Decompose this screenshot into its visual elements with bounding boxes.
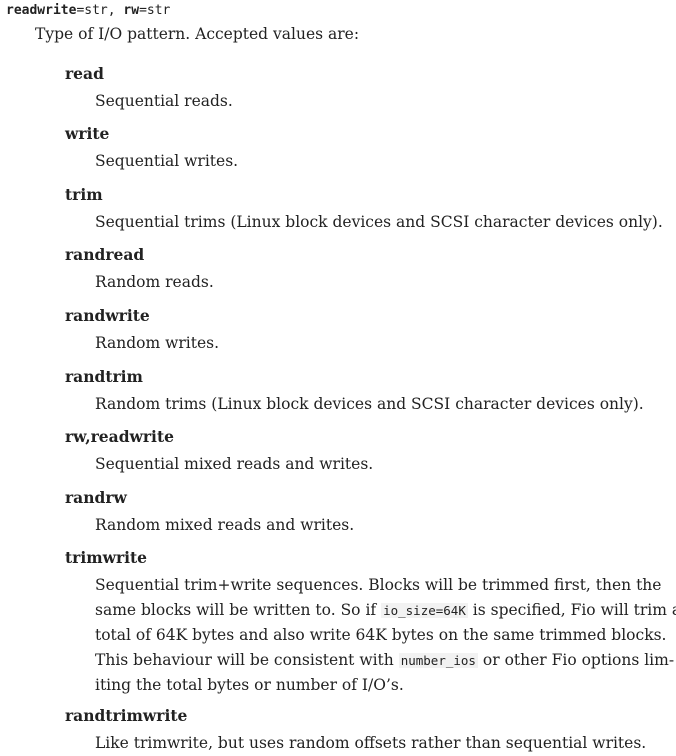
desc-randwrite: Random writes. bbox=[95, 334, 220, 352]
text-fragment: is specified, Fio will trim a bbox=[467, 600, 676, 619]
desc-randrw: Random mixed reads and writes. bbox=[95, 516, 355, 534]
term-randwrite: randwrite bbox=[65, 306, 150, 325]
desc-randread: Random reads. bbox=[95, 273, 214, 291]
option-type-2: =str bbox=[139, 3, 171, 18]
option-name-readwrite: readwrite bbox=[6, 3, 77, 18]
desc-trimwrite-line-5: iting the total bytes or number of I/O’s… bbox=[95, 676, 404, 694]
option-type-1: =str, bbox=[76, 3, 124, 18]
term-randtrim: randtrim bbox=[65, 367, 143, 386]
option-description: Type of I/O pattern. Accepted values are… bbox=[35, 25, 360, 43]
term-rw-readwrite: rw,readwrite bbox=[65, 427, 174, 446]
term-trimwrite: trimwrite bbox=[65, 548, 148, 567]
desc-trim: Sequential trims (Linux block devices an… bbox=[95, 213, 663, 231]
desc-write: Sequential writes. bbox=[95, 152, 239, 170]
desc-trimwrite: Sequential trim+write sequences. Blocks … bbox=[95, 573, 676, 698]
text-fragment: same blocks will be written to. So if bbox=[95, 600, 382, 619]
term-randrw: randrw bbox=[65, 488, 127, 507]
desc-trimwrite-line-4: This behaviour will be consistent with n… bbox=[95, 648, 674, 674]
term-randread: randread bbox=[65, 245, 145, 264]
term-randtrimwrite: randtrimwrite bbox=[65, 706, 188, 725]
desc-randtrimwrite: Like trimwrite, but uses random offsets … bbox=[95, 734, 647, 752]
desc-randtrim: Random trims (Linux block devices and SC… bbox=[95, 395, 644, 413]
term-write: write bbox=[65, 124, 110, 143]
term-read: read bbox=[65, 64, 104, 83]
term-trim: trim bbox=[65, 185, 103, 204]
desc-rw-readwrite: Sequential mixed reads and writes. bbox=[95, 455, 374, 473]
doc-page: readwrite=str, rw=str Type of I/O patter… bbox=[0, 0, 676, 756]
inline-code-io-size: io_size=64K bbox=[381, 602, 468, 618]
desc-read: Sequential reads. bbox=[95, 92, 233, 110]
desc-trimwrite-line-1: Sequential trim+write sequences. Blocks … bbox=[95, 576, 662, 594]
desc-trimwrite-line-3: total of 64K bytes and also write 64K by… bbox=[95, 626, 667, 644]
option-name-rw: rw bbox=[123, 3, 140, 18]
desc-trimwrite-line-2: same blocks will be written to. So if io… bbox=[95, 598, 676, 624]
inline-code-number-ios: number_ios bbox=[398, 652, 478, 668]
text-fragment: This behaviour will be consistent with bbox=[95, 650, 399, 669]
option-signature: readwrite=str, rw=str bbox=[6, 3, 170, 19]
text-fragment: or other Fio options lim- bbox=[477, 650, 675, 669]
